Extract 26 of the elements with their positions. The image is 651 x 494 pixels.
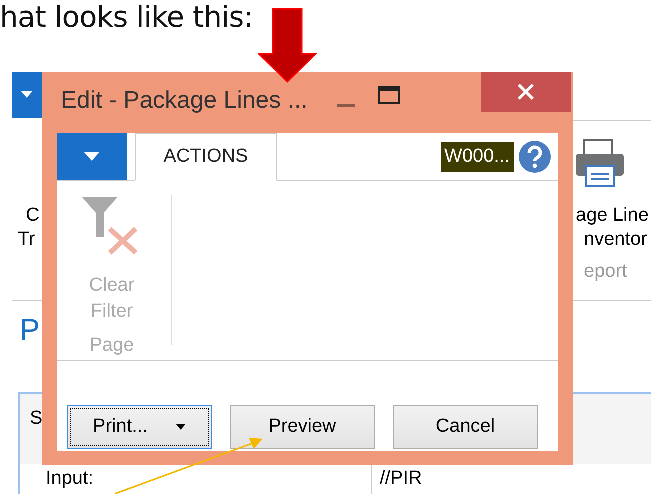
- split-button[interactable]: Print...: [67, 405, 212, 449]
- printer-icon[interactable]: [574, 138, 626, 188]
- caret-icon: [84, 152, 100, 162]
- menu-button[interactable]: [57, 133, 127, 180]
- window-title: Edit - Package Lines ...: [61, 87, 308, 115]
- ribbon-tab[interactable]: ACTIONS: [135, 133, 277, 181]
- action-label: C: [25, 204, 40, 228]
- action-label: Tr: [18, 228, 36, 252]
- group-label: eport: [583, 260, 628, 284]
- table-cell-text: //PIR: [379, 467, 422, 491]
- page-title: P: [20, 314, 40, 348]
- group-label: Page: [90, 335, 134, 357]
- action-label: age Line: [576, 204, 649, 228]
- caret-icon: [176, 424, 186, 430]
- caption-text: hat looks like this:: [0, 0, 254, 34]
- dialog-button[interactable]: Preview: [230, 405, 375, 449]
- caret-icon: [21, 91, 33, 99]
- menu-button[interactable]: [12, 72, 42, 118]
- column-header: S: [30, 408, 43, 430]
- company-badge: W000...: [440, 142, 514, 172]
- action-label: nventor: [583, 228, 648, 252]
- help-icon[interactable]: [518, 140, 552, 174]
- dialog-button[interactable]: Cancel: [393, 405, 538, 449]
- close-button[interactable]: [481, 72, 571, 112]
- close-icon: [517, 83, 535, 101]
- maximize-icon[interactable]: [378, 86, 400, 104]
